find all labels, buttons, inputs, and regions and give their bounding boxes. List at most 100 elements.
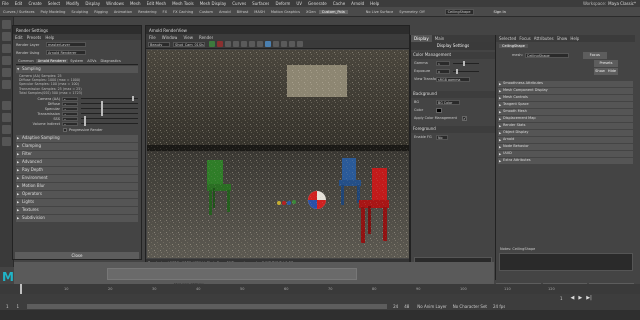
presets-button[interactable]: Presets [594, 59, 618, 67]
shelf-tab[interactable]: XGen [303, 10, 319, 14]
section-ray-depth[interactable]: Ray Depth [16, 167, 138, 175]
menu-arnold[interactable]: Arnold [351, 1, 364, 6]
paint-select-icon[interactable] [2, 44, 11, 53]
sampling-slider-field[interactable]: 2 [62, 101, 78, 106]
grid-icon[interactable] [289, 41, 295, 47]
menu-cache[interactable]: Cache [333, 1, 345, 6]
section-subdivision[interactable]: Subdivision [16, 215, 138, 223]
menu-edit[interactable]: Edit [15, 1, 23, 6]
lasso-tool-icon[interactable] [2, 32, 11, 41]
crop-icon[interactable] [265, 41, 271, 47]
menu-select[interactable]: Select [48, 1, 60, 6]
menu-surfaces[interactable]: Surfaces [252, 1, 269, 6]
move-tool-icon[interactable] [2, 56, 11, 65]
sampling-slider-field[interactable]: 2 [62, 111, 78, 116]
shelf-tab[interactable]: Animation [111, 10, 135, 14]
view-transform-dropdown[interactable]: sRGB gamma [436, 76, 470, 82]
sampling-slider-track[interactable] [81, 96, 138, 102]
sampling-slider-track[interactable] [81, 101, 138, 107]
workspace-dropdown[interactable]: Maya Classic* [608, 1, 636, 6]
time-slider[interactable]: 110 20 30 40 50 60 70 80 90 100 110 120 [0, 284, 640, 294]
bg-dropdown[interactable]: BG Color [436, 99, 460, 105]
channel-r-icon[interactable] [241, 41, 247, 47]
range-end-field-b[interactable]: 48 [404, 304, 409, 309]
shelf-tab[interactable]: Custom_Pola [318, 9, 348, 14]
exposure-field[interactable]: 0 [436, 68, 450, 74]
attribute-section[interactable]: Render Stats [498, 123, 633, 129]
menu-file[interactable]: File [2, 1, 9, 6]
camera-dropdown[interactable]: Shot_Cam_01Shape [173, 41, 205, 47]
color-swatch[interactable] [436, 107, 442, 113]
sampling-slider-field[interactable]: 5 [62, 96, 78, 101]
section-clamping[interactable]: Clamping [16, 143, 138, 151]
attribute-section[interactable]: Extra Attributes [498, 158, 633, 164]
render-settings-tab[interactable]: AOVs [85, 59, 98, 63]
menu-mesh-tools[interactable]: Mesh Tools [172, 1, 194, 6]
anim-layer-dropdown[interactable]: No Anim Layer [417, 304, 446, 309]
render-viewport[interactable] [147, 50, 409, 258]
menu-curves[interactable]: Curves [232, 1, 246, 6]
render-settings-menu-item[interactable]: Help [45, 35, 54, 40]
live-surface-label[interactable]: No Live Surface [366, 10, 393, 14]
layout-four-icon[interactable] [2, 113, 11, 122]
sampling-section[interactable]: Sampling [16, 66, 138, 73]
sampling-slider-field[interactable]: 2 [62, 106, 78, 111]
sampling-slider-knob[interactable] [132, 96, 135, 102]
refresh-icon[interactable] [225, 41, 231, 47]
render-settings-tab[interactable]: Common [16, 59, 36, 63]
attribute-section[interactable]: Tangent Space [498, 102, 633, 108]
menu-help[interactable]: Help [370, 1, 379, 6]
sampling-slider-field[interactable]: 0 [62, 116, 78, 121]
menu-create[interactable]: Create [28, 1, 41, 6]
current-time-marker[interactable] [20, 284, 22, 294]
shelf-tab[interactable]: Bifrost [234, 10, 252, 14]
attribute-section[interactable]: Smoothness Attributes [498, 81, 633, 87]
attribute-section[interactable]: Node Behavior [498, 144, 633, 150]
shelf-tab[interactable]: Curves / Surfaces [0, 10, 38, 14]
object-field[interactable]: CeilingShape [444, 8, 474, 15]
range-end-field-a[interactable]: 24 [393, 304, 398, 309]
render-layer-dropdown[interactable]: masterLayer [46, 42, 86, 47]
menu-windows[interactable]: Windows [106, 1, 124, 6]
gamma-field[interactable]: 1 [436, 60, 450, 66]
display-panel-tab[interactable]: Display [411, 35, 432, 42]
attribute-section[interactable]: Smooth Mesh [498, 109, 633, 115]
symmetry-label[interactable]: Symmetry: Off [399, 10, 424, 14]
menu-deform[interactable]: Deform [275, 1, 290, 6]
zoom-icon[interactable] [297, 41, 303, 47]
render-settings-titlebar[interactable]: Render Settings [13, 26, 141, 34]
section-advanced[interactable]: Advanced [16, 159, 138, 167]
menu-modify[interactable]: Modify [66, 1, 79, 6]
attribute-section[interactable]: Displacement Map [498, 116, 633, 122]
range-start-field-b[interactable]: 1 [17, 304, 20, 309]
character-set-dropdown[interactable]: No Character Set [453, 304, 487, 309]
stop-render-icon[interactable] [217, 41, 223, 47]
attribute-section[interactable]: Mesh Controls [498, 95, 633, 101]
section-operators[interactable]: Operators [16, 191, 138, 199]
node-tab[interactable]: CeilingShape [499, 43, 528, 48]
play-back-icon[interactable]: ◀ [571, 295, 575, 301]
fps-dropdown[interactable]: 24 fps [493, 304, 505, 309]
apply-cm-checkbox[interactable]: ✓ [462, 115, 467, 121]
exposure-slider[interactable] [453, 68, 479, 74]
display-panel-tab[interactable]: Main [432, 35, 448, 42]
attribute-section[interactable]: Arnold [498, 137, 633, 143]
show-button[interactable]: Show [594, 67, 606, 75]
render-view-menu-item[interactable]: View [183, 35, 193, 40]
render-using-dropdown[interactable]: Arnold Renderer [46, 50, 86, 55]
render-settings-menu-item[interactable]: Presets [27, 35, 42, 40]
range-slider[interactable] [27, 303, 388, 309]
section-lights[interactable]: Lights [16, 199, 138, 207]
render-settings-tab[interactable]: Arnold Renderer [35, 59, 69, 63]
focus-button[interactable]: Focus [582, 51, 607, 59]
select-tool-icon[interactable] [2, 20, 11, 29]
section-motion-blur[interactable]: Motion Blur [16, 183, 138, 191]
attribute-section[interactable]: Mesh Component Display [498, 88, 633, 94]
shelf-tab[interactable]: Poly Modeling [38, 10, 69, 14]
attribute-editor-menu-item[interactable]: Help [570, 36, 579, 41]
rotate-tool-icon[interactable] [2, 68, 11, 77]
play-forward-icon[interactable]: ▶ [578, 295, 582, 301]
shelf-tab[interactable]: Sculpting [68, 10, 91, 14]
sampling-slider-track[interactable] [81, 121, 138, 127]
range-start-field-a[interactable]: 1 [6, 304, 9, 309]
